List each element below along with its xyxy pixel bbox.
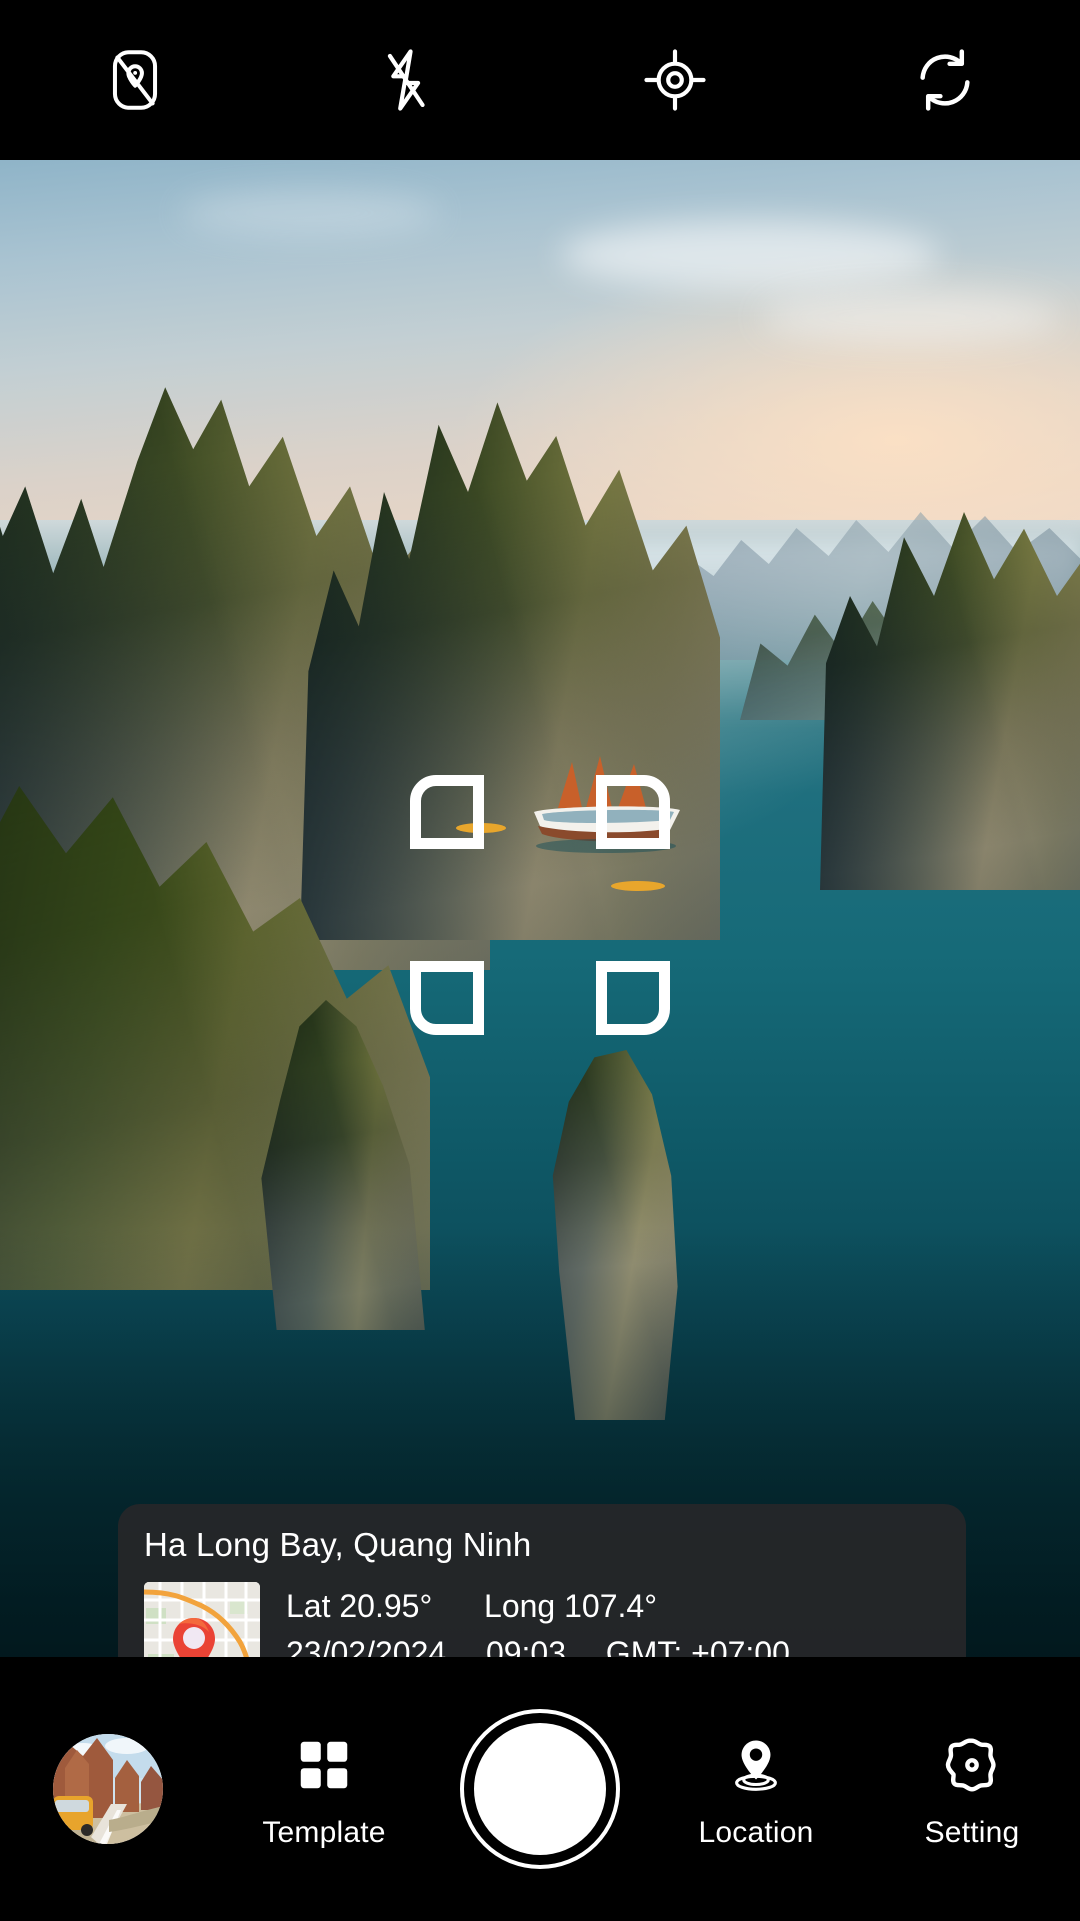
grid-icon: [293, 1728, 355, 1802]
template-button[interactable]: Template: [216, 1657, 432, 1921]
template-label: Template: [262, 1816, 386, 1849]
cloud: [180, 190, 440, 236]
setting-button[interactable]: Setting: [864, 1657, 1080, 1921]
setting-label: Setting: [924, 1816, 1020, 1849]
cloud: [560, 220, 940, 290]
camera-viewfinder[interactable]: Ha Long Bay, Quang Ninh Lat 20.95° Long …: [0, 160, 1080, 1657]
gear-icon: [941, 1728, 1003, 1802]
gps-target-button[interactable]: [540, 0, 810, 160]
date-value: 23/02/2024: [286, 1635, 447, 1657]
kayak: [455, 820, 507, 836]
gallery-button[interactable]: [0, 1657, 216, 1921]
flash-off-button[interactable]: [270, 0, 540, 160]
card-location-title: Ha Long Bay, Quang Ninh: [144, 1526, 532, 1563]
top-toolbar: [0, 0, 1080, 160]
cruise-boat: [520, 750, 690, 860]
bottom-toolbar: Template Location Setting: [0, 1657, 1080, 1921]
location-off-icon: [98, 43, 172, 117]
latitude-value: Lat 20.95°: [286, 1588, 433, 1624]
card-coordinates-line: Lat 20.95° Long 107.4°: [286, 1583, 940, 1630]
camera-app-screen: Ha Long Bay, Quang Ninh Lat 20.95° Long …: [0, 0, 1080, 1921]
shutter-button[interactable]: [460, 1709, 620, 1869]
shutter-inner: [474, 1723, 606, 1855]
longitude-value: Long 107.4°: [484, 1588, 657, 1624]
location-off-button[interactable]: [0, 0, 270, 160]
camera-flip-button[interactable]: [810, 0, 1080, 160]
time-value: 09:03: [485, 1635, 567, 1657]
shutter-slot: [432, 1657, 648, 1921]
gps-stamp-card[interactable]: Ha Long Bay, Quang Ninh Lat 20.95° Long …: [118, 1504, 966, 1657]
flash-off-icon: [368, 43, 442, 117]
gallery-thumbnail[interactable]: [53, 1734, 163, 1844]
card-body: Lat 20.95° Long 107.4° 23/02/2024 09:03 …: [144, 1582, 940, 1657]
gps-target-icon: [638, 43, 712, 117]
card-datetime-line: 23/02/2024 09:03 GMT: +07:00: [286, 1630, 940, 1657]
map-thumbnail[interactable]: [144, 1582, 260, 1657]
location-button[interactable]: Location: [648, 1657, 864, 1921]
location-pin-icon: [725, 1728, 787, 1802]
card-detail-lines: Lat 20.95° Long 107.4° 23/02/2024 09:03 …: [286, 1582, 940, 1657]
kayak: [610, 878, 666, 894]
location-label: Location: [698, 1816, 814, 1849]
scene-preview: [0, 160, 1080, 1657]
gmt-value: GMT: +07:00: [605, 1635, 790, 1657]
camera-flip-icon: [908, 43, 982, 117]
cloud: [760, 290, 1060, 344]
